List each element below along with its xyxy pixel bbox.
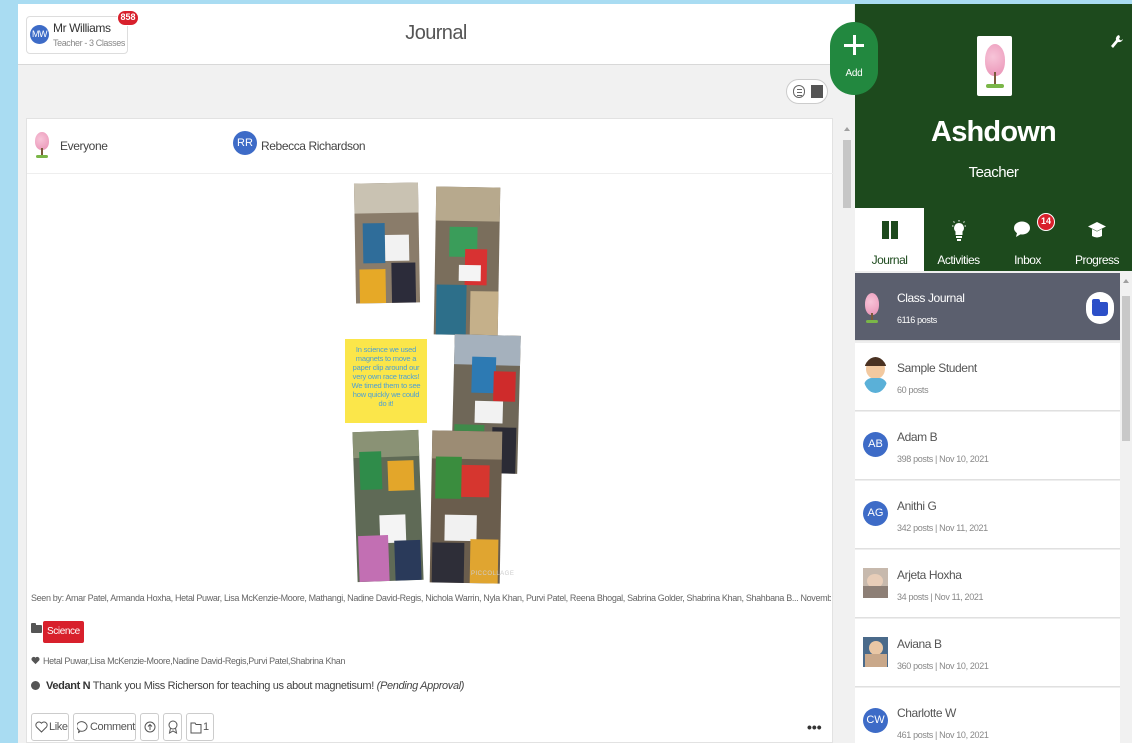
tree-logo-icon: [35, 132, 49, 158]
photo-1: [353, 182, 421, 304]
grid-view-icon[interactable]: [811, 85, 823, 98]
chat-bubbles-icon: [1013, 221, 1030, 237]
folder-outline-icon: [190, 722, 202, 734]
comment-bubble-icon: [77, 721, 88, 734]
page-title: Journal: [405, 22, 467, 44]
heart-outline-icon: [35, 721, 48, 733]
author-name[interactable]: Rebecca Richardson: [261, 139, 366, 153]
portfolio-button[interactable]: [163, 713, 182, 741]
comment-bullet-icon: [31, 681, 40, 690]
top-bar: MW Mr Williams Teacher - 3 Classes 858 J…: [18, 4, 854, 65]
student-photo: [863, 568, 888, 598]
photo-5: [429, 430, 503, 584]
view-toggle[interactable]: [786, 79, 828, 104]
seen-by-text: Seen by: Amar Patel, Armanda Hoxha, Heta…: [31, 593, 799, 603]
school-role: Teacher: [968, 164, 1019, 181]
comment-button[interactable]: Comment: [73, 713, 136, 741]
nav-tabs: Journal Activities 14 Inbox Progress: [855, 208, 1132, 271]
heart-icon: [31, 656, 40, 665]
scroll-up-arrow-icon[interactable]: [844, 127, 850, 131]
inbox-badge: 14: [1037, 213, 1055, 231]
scroll-thumb[interactable]: [843, 140, 851, 208]
list-item[interactable]: Arjeta Hoxha 34 posts | Nov 11, 2021: [855, 550, 1120, 618]
journal-list: Class Journal 6116 posts Sample Student …: [855, 271, 1120, 743]
tab-activities[interactable]: Activities: [924, 208, 993, 271]
comment-text: Thank you Miss Richerson for teaching us…: [92, 680, 374, 692]
main-scrollbar[interactable]: [842, 122, 852, 742]
journal-list-scrollbar[interactable]: [1120, 271, 1132, 743]
scroll-up-arrow-icon[interactable]: [1123, 279, 1129, 283]
share-button[interactable]: [140, 713, 159, 741]
tree-logo-icon: [985, 44, 1005, 88]
student-avatar: AG: [863, 501, 888, 526]
graduation-cap-icon: [1088, 222, 1106, 238]
image-watermark: PICCOLLAGE: [471, 571, 515, 577]
post-image-note: In science we used magnets to move a pap…: [345, 339, 427, 423]
add-button[interactable]: Add: [830, 22, 878, 95]
folder-icon: [31, 623, 42, 633]
seen-by-list[interactable]: Seen by: Amar Patel, Armanda Hoxha, Heta…: [31, 593, 831, 603]
more-options-button[interactable]: •••: [807, 719, 822, 735]
list-item-class-journal[interactable]: Class Journal 6116 posts: [855, 273, 1120, 341]
add-label: Add: [845, 68, 863, 79]
post-header: Everyone RR Rebecca Richardson: [27, 119, 834, 174]
list-item[interactable]: AB Adam B 398 posts | Nov 10, 2021: [855, 412, 1120, 480]
list-item[interactable]: Sample Student 60 posts: [855, 343, 1120, 411]
lightbulb-icon: [951, 220, 966, 241]
author-avatar: RR: [233, 131, 257, 155]
like-button[interactable]: Like: [31, 713, 69, 741]
liked-by-list[interactable]: Hetal Puwar,Lisa McKenzie-Moore,Nadine D…: [43, 656, 345, 666]
post-date: November 10, 2021, 6:10 PM: [800, 593, 831, 603]
school-logo: [977, 36, 1012, 96]
folder-icon[interactable]: [1086, 292, 1114, 324]
student-photo: [863, 637, 888, 667]
wrench-icon[interactable]: [1110, 34, 1124, 50]
comment-status: (Pending Approval): [376, 680, 465, 692]
student-avatar: CW: [863, 708, 888, 733]
tab-progress[interactable]: Progress: [1062, 208, 1132, 271]
right-panel: Ashdown Teacher Journal Activities 14 In…: [855, 4, 1132, 743]
book-icon: [881, 221, 898, 239]
collection-button[interactable]: 1: [186, 713, 214, 741]
post-image-collage[interactable]: In science we used magnets to move a pap…: [343, 179, 529, 589]
scroll-thumb[interactable]: [1122, 296, 1130, 441]
post-audience[interactable]: Everyone: [60, 139, 108, 153]
list-item[interactable]: Aviana B 360 posts | Nov 10, 2021: [855, 619, 1120, 687]
tag-science[interactable]: Science: [43, 621, 84, 643]
comment-author[interactable]: Vedant N: [46, 680, 91, 692]
tab-journal[interactable]: Journal: [855, 208, 924, 271]
photo-2: [433, 186, 501, 336]
school-header: Ashdown Teacher: [855, 4, 1132, 208]
comment: Vedant N Thank you Miss Richerson for te…: [46, 680, 464, 692]
list-item[interactable]: AG Anithi G 342 posts | Nov 11, 2021: [855, 481, 1120, 549]
award-icon: [168, 720, 178, 734]
student-avatar: AB: [863, 432, 888, 457]
list-item[interactable]: CW Charlotte W 461 posts | Nov 10, 2021: [855, 688, 1120, 743]
tab-inbox[interactable]: 14 Inbox: [993, 208, 1062, 271]
journal-post: Everyone RR Rebecca Richardson In scienc…: [26, 118, 834, 743]
list-view-icon[interactable]: [793, 85, 805, 98]
school-name: Ashdown: [931, 116, 1057, 148]
student-avatar: [863, 357, 888, 393]
share-icon: [144, 721, 156, 733]
photo-4: [352, 429, 424, 583]
tree-logo-icon: [865, 293, 879, 323]
